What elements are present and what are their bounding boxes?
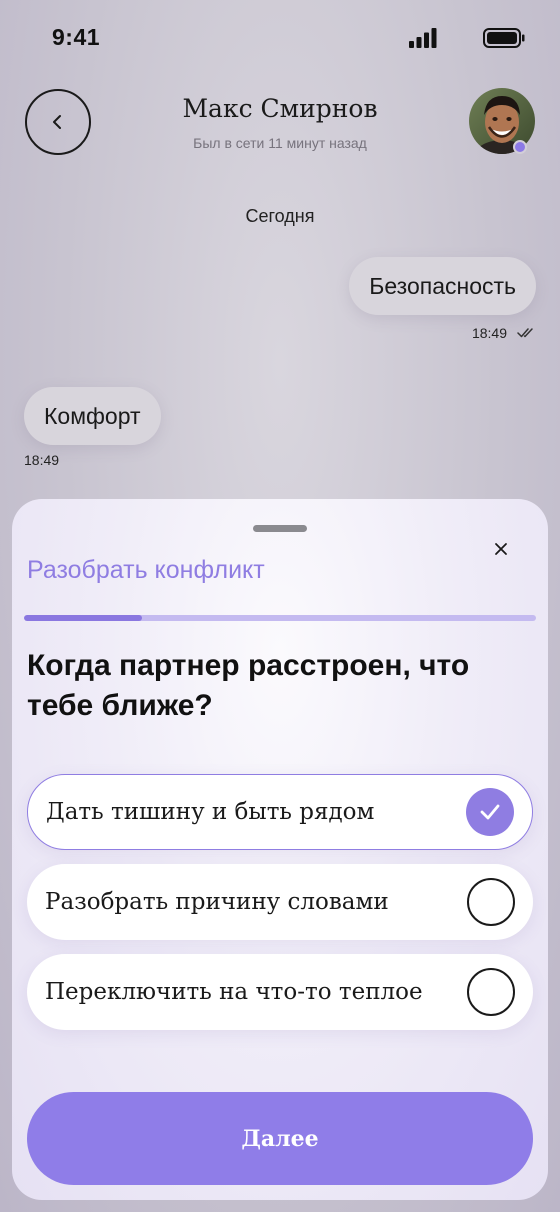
question-text: Когда партнер расстроен, что тебе ближе? xyxy=(27,649,470,722)
option-item[interactable]: Разобрать причину словами xyxy=(27,864,533,940)
status-bar: 9:41 xyxy=(0,0,560,76)
chevron-left-icon xyxy=(53,115,61,129)
radio-unchecked[interactable] xyxy=(467,878,515,926)
sheet-title: Разобрать конфликт xyxy=(27,556,265,584)
status-time: 9:41 xyxy=(52,24,101,50)
option-item[interactable]: Дать тишину и быть рядом xyxy=(27,774,533,850)
message-time: 18:49 xyxy=(24,452,60,468)
progress-bar xyxy=(24,615,536,621)
radio-checked[interactable] xyxy=(466,788,514,836)
option-label: Дать тишину и быть рядом xyxy=(46,799,375,825)
contact-name: Макс Смирнов xyxy=(182,94,378,123)
message-bubble-incoming[interactable]: Комфорт xyxy=(24,387,161,445)
signal-icon xyxy=(409,28,437,48)
double-check-icon xyxy=(517,328,533,338)
message-text: Комфорт xyxy=(44,402,141,429)
checkmark-icon xyxy=(480,804,500,820)
close-icon xyxy=(495,543,507,555)
online-indicator xyxy=(513,140,527,154)
radio-unchecked[interactable] xyxy=(467,968,515,1016)
message-text: Безопасность xyxy=(369,272,516,299)
battery-icon xyxy=(483,28,525,48)
drag-handle[interactable] xyxy=(253,525,307,532)
contact-status: Был в сети 11 минут назад xyxy=(193,135,367,151)
close-button[interactable] xyxy=(486,534,516,564)
bottom-sheet: Разобрать конфликт Когда партнер расстро… xyxy=(12,499,548,1200)
message-time: 18:49 xyxy=(471,325,507,341)
option-item[interactable]: Переключить на что-то теплое xyxy=(27,954,533,1030)
back-button[interactable] xyxy=(25,89,91,155)
progress-fill xyxy=(24,615,142,621)
option-label: Разобрать причину словами xyxy=(45,889,389,915)
next-button[interactable]: Далее xyxy=(27,1092,533,1185)
date-divider: Сегодня xyxy=(245,206,315,226)
message-bubble-outgoing[interactable]: Безопасность xyxy=(349,257,536,315)
option-label: Переключить на что-то теплое xyxy=(45,979,423,1005)
